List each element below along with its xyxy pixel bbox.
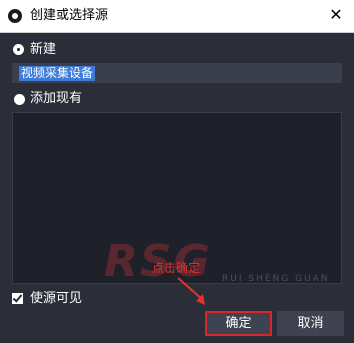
add-existing-label: 添加现有 xyxy=(30,91,83,106)
cancel-button[interactable]: 取消 xyxy=(277,311,344,336)
create-new-label: 新建 xyxy=(30,42,57,57)
ok-button[interactable]: 确定 xyxy=(205,311,272,336)
create-new-radio[interactable] xyxy=(14,45,23,54)
source-name-value: 视频采集设备 xyxy=(19,66,96,81)
source-name-input[interactable]: 视频采集设备 xyxy=(12,63,342,83)
annotation-text: 点击确定 xyxy=(152,261,201,275)
watermark: RSG RUI SHENG GUAN xyxy=(104,238,344,298)
window-title: 创建或选择源 xyxy=(30,8,109,23)
make-visible-checkbox[interactable] xyxy=(12,293,23,304)
add-existing-radio[interactable] xyxy=(14,94,25,105)
close-icon[interactable]: ✕ xyxy=(324,3,348,27)
obs-logo-icon xyxy=(8,9,22,23)
make-visible-label: 使源可见 xyxy=(30,291,83,306)
title-bar: 创建或选择源 ✕ xyxy=(0,0,354,33)
watermark-subtitle: RUI SHENG GUAN xyxy=(222,274,330,284)
